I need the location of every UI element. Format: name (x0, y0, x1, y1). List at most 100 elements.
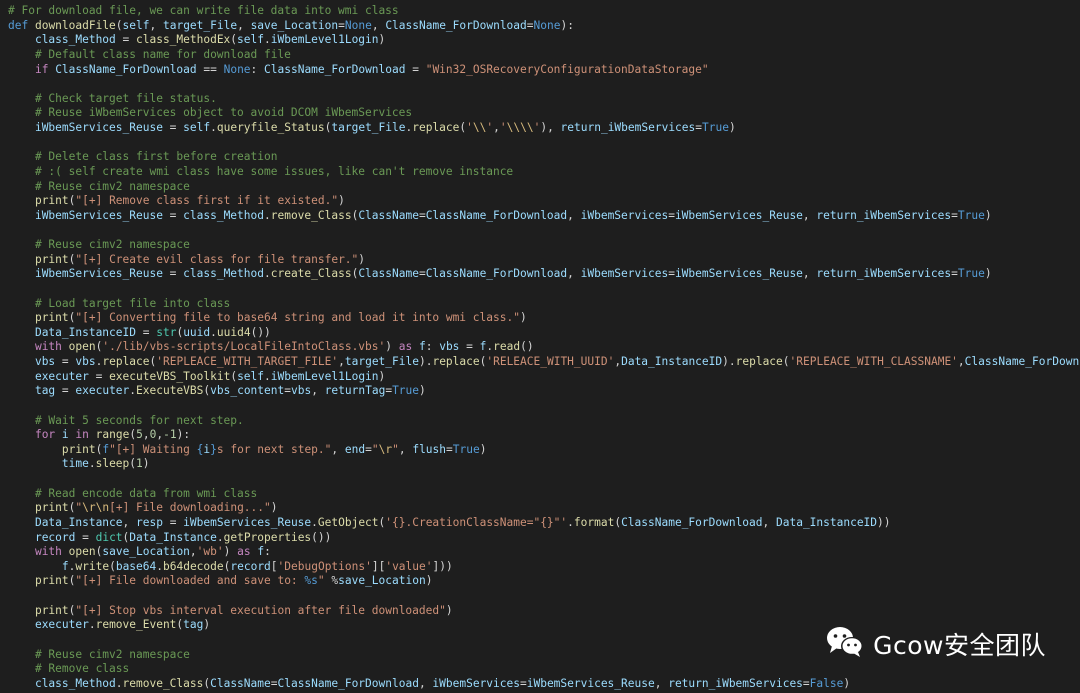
code-line[interactable]: with open(save_Location,'wb') as f: (8, 545, 1080, 560)
code-token: self (237, 369, 265, 383)
code-line[interactable]: print("\r\n[+] File downloading...") (8, 501, 1080, 516)
code-line[interactable]: with open('./lib/vbs-scripts/LocalFileIn… (8, 340, 1080, 355)
code-token: ) (479, 442, 487, 456)
code-line[interactable] (8, 589, 1080, 604)
code-token: save_Location (338, 574, 426, 588)
code-line[interactable]: executer = executeVBS_Toolkit(self.iWbem… (8, 370, 1080, 385)
code-token: ExecuteVBS (136, 384, 204, 398)
code-token: print (61, 442, 96, 456)
code-token: } (210, 442, 217, 456)
code-token: return_iWbemServices (816, 267, 952, 281)
code-line[interactable]: Data_InstanceID = str(uuid.uuid4()) (8, 326, 1080, 341)
code-token: iWbemServices (580, 267, 669, 281)
code-line[interactable]: f.write(base64.b64decode(record['DebugOp… (8, 560, 1080, 575)
code-token: = (446, 442, 453, 456)
code-token: print (34, 311, 69, 325)
code-line[interactable]: print("[+] Stop vbs interval execution a… (8, 604, 1080, 619)
code-token: dict (95, 530, 123, 544)
code-line[interactable] (8, 77, 1080, 92)
code-token: remove_Class (122, 676, 204, 690)
code-line[interactable]: def downloadFile(self, target_File, save… (8, 19, 1080, 34)
code-token: = (951, 208, 958, 222)
code-editor[interactable]: # For download file, we can write file d… (0, 0, 1080, 693)
code-token: sleep (95, 457, 130, 471)
code-token: ClassName_ForDownload (264, 62, 406, 76)
code-line[interactable] (8, 136, 1080, 151)
code-token: vbs (439, 340, 460, 354)
code-token: ), (540, 121, 561, 134)
code-token: ClassName (358, 267, 419, 281)
code-content[interactable]: # For download file, we can write file d… (8, 4, 1080, 691)
code-line[interactable]: # Wait 5 seconds for next step. (8, 414, 1080, 429)
code-token: ClassName (210, 676, 271, 690)
code-token: vbs (34, 355, 56, 368)
code-line[interactable]: time.sleep(1) (8, 457, 1080, 472)
code-token: vbs (290, 384, 312, 398)
code-token: # Read encode data from wmi class (34, 486, 258, 500)
code-token: class_Method (183, 208, 264, 222)
code-line[interactable]: # For download file, we can write file d… (8, 4, 1080, 19)
code-token: as (398, 340, 413, 354)
code-line[interactable]: vbs = vbs.replace('REPLEACE_WITH_TARGET_… (8, 355, 1080, 370)
code-token: ) (378, 33, 386, 47)
code-line[interactable]: class_Method.remove_Class(ClassName=Clas… (8, 677, 1080, 692)
code-token: write (75, 559, 110, 573)
code-token: % (324, 574, 339, 588)
code-line[interactable]: record = dict(Data_Instance.getPropertie… (8, 531, 1080, 546)
code-token: ) (378, 369, 386, 383)
code-token: . (115, 676, 123, 690)
code-token: remove_Event (95, 618, 177, 632)
code-line[interactable]: # Load target file into class (8, 297, 1080, 312)
code-token: iWbemServices (432, 676, 520, 690)
code-line[interactable]: # Default class name for download file (8, 48, 1080, 63)
code-line[interactable]: # :( self create wmi class have some iss… (8, 165, 1080, 180)
code-line[interactable]: if ClassName_ForDownload == None: ClassN… (8, 63, 1080, 78)
code-line[interactable] (8, 472, 1080, 487)
code-line[interactable]: # Check target file status. (8, 92, 1080, 107)
code-token: = (519, 676, 527, 690)
code-line[interactable]: iWbemServices_Reuse = self.queryfile_Sta… (8, 121, 1080, 136)
code-line[interactable]: print("[+] Remove class first if it exis… (8, 194, 1080, 209)
code-line[interactable]: tag = executer.ExecuteVBS(vbs_content=vb… (8, 384, 1080, 399)
code-line[interactable]: iWbemServices_Reuse = class_Method.creat… (8, 267, 1080, 282)
code-token: = (162, 121, 184, 134)
code-token: in (75, 428, 89, 442)
code-token: ). (722, 355, 736, 368)
code-line[interactable]: # Reuse iWbemServices object to avoid DC… (8, 106, 1080, 121)
code-token: tag (183, 618, 204, 632)
code-line[interactable]: class_Method = class_MethodEx(self.iWbem… (8, 33, 1080, 48)
code-line[interactable]: for i in range(5,0,-1): (8, 428, 1080, 443)
code-token: True (957, 208, 985, 222)
code-token: = (162, 267, 184, 281)
code-line[interactable]: print(f"[+] Waiting {i}s for next step."… (8, 443, 1080, 458)
code-token: . (264, 369, 271, 383)
code-line[interactable]: # Delete class first before creation (8, 150, 1080, 165)
code-line[interactable]: # Reuse cimv2 namespace (8, 180, 1080, 195)
code-line[interactable]: # Read encode data from wmi class (8, 487, 1080, 502)
code-line[interactable] (8, 399, 1080, 414)
code-line[interactable] (8, 223, 1080, 238)
code-line[interactable]: # Reuse cimv2 namespace (8, 238, 1080, 253)
code-line[interactable]: iWbemServices_Reuse = class_Method.remov… (8, 209, 1080, 224)
code-line[interactable]: print("[+] File downloaded and save to: … (8, 574, 1080, 589)
code-token: "[+] Remove class first if it existed." (75, 194, 339, 208)
code-line[interactable] (8, 282, 1080, 297)
code-line[interactable]: # Remove class (8, 662, 1080, 677)
code-line[interactable]: Data_Instance, resp = iWbemServices_Reus… (8, 516, 1080, 531)
code-line[interactable]: print("[+] Create evil class for file tr… (8, 253, 1080, 268)
code-token: . (311, 515, 318, 529)
code-token: () (520, 340, 534, 354)
code-line[interactable]: print("[+] Converting file to base64 str… (8, 311, 1080, 326)
code-token: 'DebugOptions' (277, 559, 372, 573)
